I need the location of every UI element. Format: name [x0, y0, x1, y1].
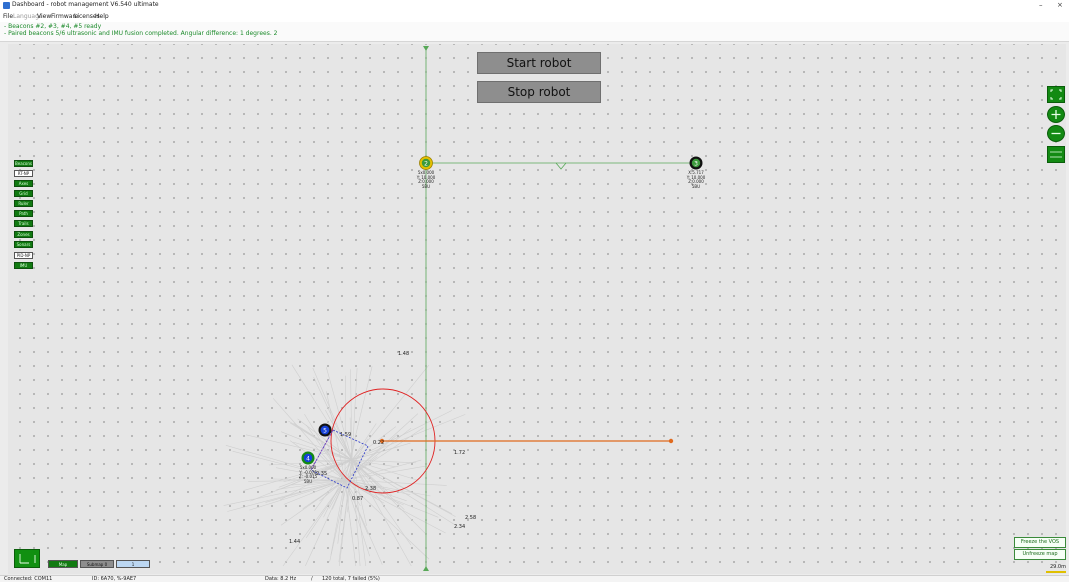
- layer-toggle-ruler[interactable]: Ruler: [14, 200, 33, 207]
- sonar-ray: [344, 366, 373, 481]
- distance-label: 0.22: [373, 440, 385, 446]
- status-separator: /: [311, 576, 313, 582]
- freeze-button[interactable]: Freeze the VOS: [1014, 537, 1066, 548]
- beacon-2-marker[interactable]: 2: [419, 156, 433, 170]
- y-axis-arrow-top: [423, 46, 429, 51]
- beacon-link-marker: [555, 162, 567, 170]
- axis-compass-icon[interactable]: [14, 549, 40, 568]
- distance-label: 1.72: [454, 450, 466, 456]
- beacon-2-tag: 5BU: [421, 183, 431, 189]
- status-bar: Connected: COM11 ID: 6A70, %-9AE7 Data: …: [0, 575, 1069, 582]
- beacon-3-tag: 5BU: [691, 183, 701, 189]
- layer-toggle-grid[interactable]: Grid: [14, 190, 33, 197]
- sonar-ray: [351, 365, 430, 461]
- scale-label: 29.0m: [1049, 564, 1066, 570]
- beacon-5-id: 5: [323, 428, 327, 435]
- status-stats: 120 total, 7 failed (5%): [322, 576, 380, 582]
- beacon-3-marker[interactable]: 3: [689, 156, 703, 170]
- unfreeze-map-button[interactable]: Unfreeze map: [1014, 549, 1066, 560]
- stop-robot-button[interactable]: Stop robot: [477, 81, 601, 103]
- path-end-point: [668, 438, 674, 444]
- distance-label: 2.34: [454, 524, 466, 530]
- beacon-2-coords: 5x0.000 Y: 10.000 Z:0.000 5BU: [406, 170, 446, 189]
- distance-label: 1.48: [398, 351, 410, 357]
- sonar-ray: [312, 367, 353, 461]
- distance-label: 1.44: [289, 539, 301, 545]
- beacon-5-marker[interactable]: 5: [318, 423, 332, 437]
- beacon-4-tag: 5BU: [303, 478, 313, 484]
- app-window: Dashboard - robot management V6.540 ulti…: [0, 0, 1069, 582]
- layer-toggle-axes[interactable]: Axes: [14, 180, 33, 187]
- beacon-4-marker[interactable]: 4: [301, 451, 315, 465]
- start-robot-button[interactable]: Start robot: [477, 52, 601, 74]
- distance-label: 2.58: [465, 515, 477, 521]
- beacon-3-id: 3: [694, 161, 698, 168]
- beacon-3-coords: X:5.717 Y: 10.000 Z:0.000 5BU: [676, 170, 716, 189]
- status-device: ID: 6A70, %-9AE7: [92, 576, 137, 582]
- layer-toggle-zones[interactable]: Zones: [14, 231, 33, 238]
- layer-toggle-imu[interactable]: IMU: [14, 262, 33, 269]
- submap-button[interactable]: Submap 0: [80, 560, 114, 568]
- status-rate: Data: 8.2 Hz: [265, 576, 297, 582]
- beacon-2-id: 2: [424, 161, 428, 168]
- layer-toggle-beacons[interactable]: Beacons: [14, 160, 33, 167]
- beacon-4-id: 4: [306, 456, 310, 463]
- layer-toggle-pid-np[interactable]: PID-NP: [14, 252, 33, 259]
- layer-toggle-path[interactable]: Path: [14, 210, 33, 217]
- distance-label: 2.38: [365, 486, 377, 492]
- sonar-ray: [291, 364, 353, 461]
- layer-toggle-trails[interactable]: Trails: [14, 220, 33, 227]
- distance-label: 1.59: [340, 432, 352, 438]
- sonar-ray: [330, 479, 346, 556]
- sonar-ray: [305, 479, 346, 567]
- layer-toggle-sonars[interactable]: Sonars: [14, 241, 33, 248]
- distance-label: 2.35: [316, 471, 328, 477]
- distance-label: 0.87: [352, 496, 364, 502]
- zoom-out-icon[interactable]: [1047, 125, 1065, 142]
- zoom-in-icon[interactable]: [1047, 106, 1065, 123]
- submap-index-field[interactable]: 1: [116, 560, 150, 568]
- map-mode-button[interactable]: Map: [48, 560, 78, 568]
- grid-toggle-icon[interactable]: [1047, 146, 1065, 163]
- layer-toggle-rt-np[interactable]: RT-NP: [14, 170, 33, 177]
- status-connection: Connected: COM11: [4, 576, 53, 582]
- y-axis-arrow-bottom: [423, 566, 429, 571]
- scale-bar: [1046, 571, 1066, 573]
- fit-icon[interactable]: [1047, 86, 1065, 103]
